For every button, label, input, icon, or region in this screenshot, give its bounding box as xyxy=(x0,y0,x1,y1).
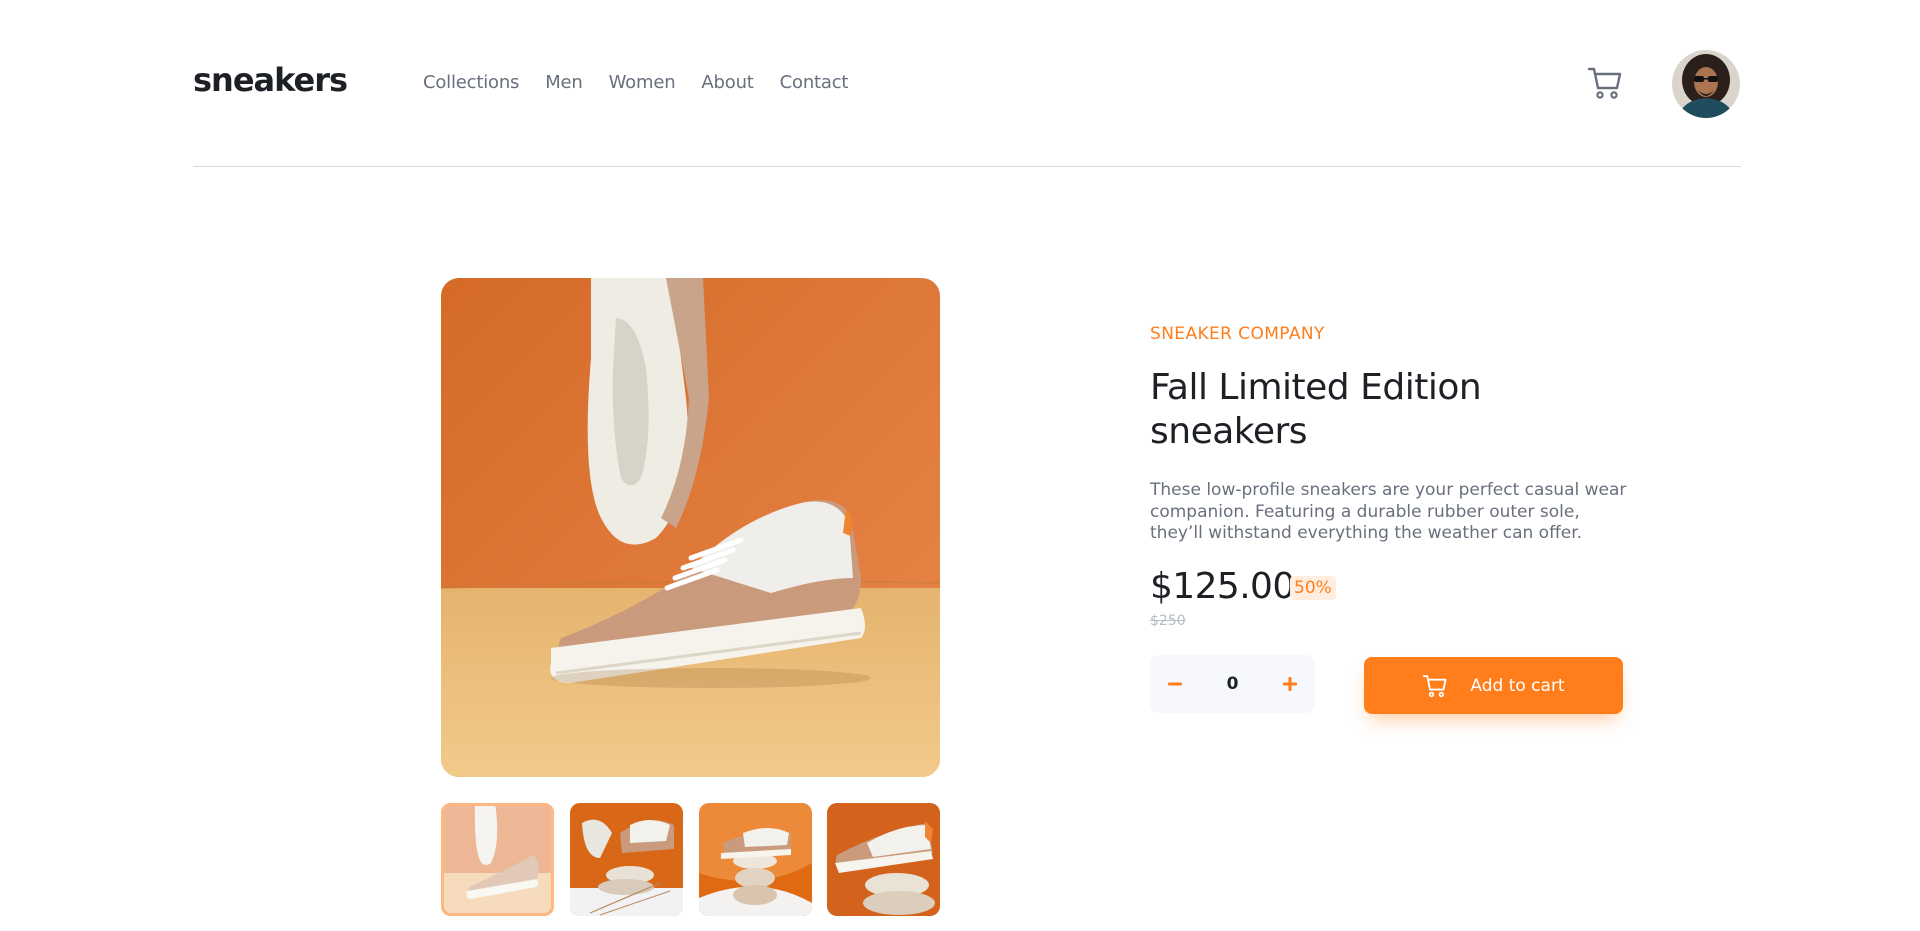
plus-icon xyxy=(1283,677,1297,691)
nav-item-contact[interactable]: Contact xyxy=(780,72,849,93)
original-price: $250 xyxy=(1150,613,1186,629)
decrease-quantity-button[interactable] xyxy=(1150,655,1200,713)
product-description: These low-profile sneakers are your perf… xyxy=(1150,480,1627,543)
current-price: $125.00 xyxy=(1150,566,1295,607)
add-to-cart-label: Add to cart xyxy=(1470,675,1565,696)
thumbnail-3[interactable] xyxy=(699,803,812,916)
minus-icon xyxy=(1168,682,1182,686)
add-to-cart-button[interactable]: Add to cart xyxy=(1364,657,1623,714)
thumbnail-1[interactable] xyxy=(441,803,554,916)
thumbnail-2[interactable] xyxy=(570,803,683,916)
logo[interactable]: sneakers xyxy=(193,61,348,99)
site-header: sneakers Collections Men Women About Con… xyxy=(193,0,1741,167)
thumbnail-4[interactable] xyxy=(827,803,940,916)
cart-icon xyxy=(1423,674,1447,697)
cart-icon[interactable] xyxy=(1587,66,1623,100)
discount-badge: 50% xyxy=(1290,576,1336,600)
quantity-stepper: 0 xyxy=(1150,655,1315,713)
thumbnail-strip xyxy=(441,803,940,916)
nav-item-men[interactable]: Men xyxy=(545,72,583,93)
nav-item-women[interactable]: Women xyxy=(609,72,676,93)
user-avatar[interactable] xyxy=(1672,50,1740,118)
main-nav: Collections Men Women About Contact xyxy=(423,72,874,93)
nav-item-collections[interactable]: Collections xyxy=(423,72,519,93)
product-title: Fall Limited Edition sneakers xyxy=(1150,367,1482,452)
quantity-value[interactable]: 0 xyxy=(1200,655,1265,713)
increase-quantity-button[interactable] xyxy=(1265,655,1315,713)
nav-item-about[interactable]: About xyxy=(701,72,753,93)
main-product-image[interactable] xyxy=(441,278,940,777)
brand-name: SNEAKER COMPANY xyxy=(1150,324,1325,344)
